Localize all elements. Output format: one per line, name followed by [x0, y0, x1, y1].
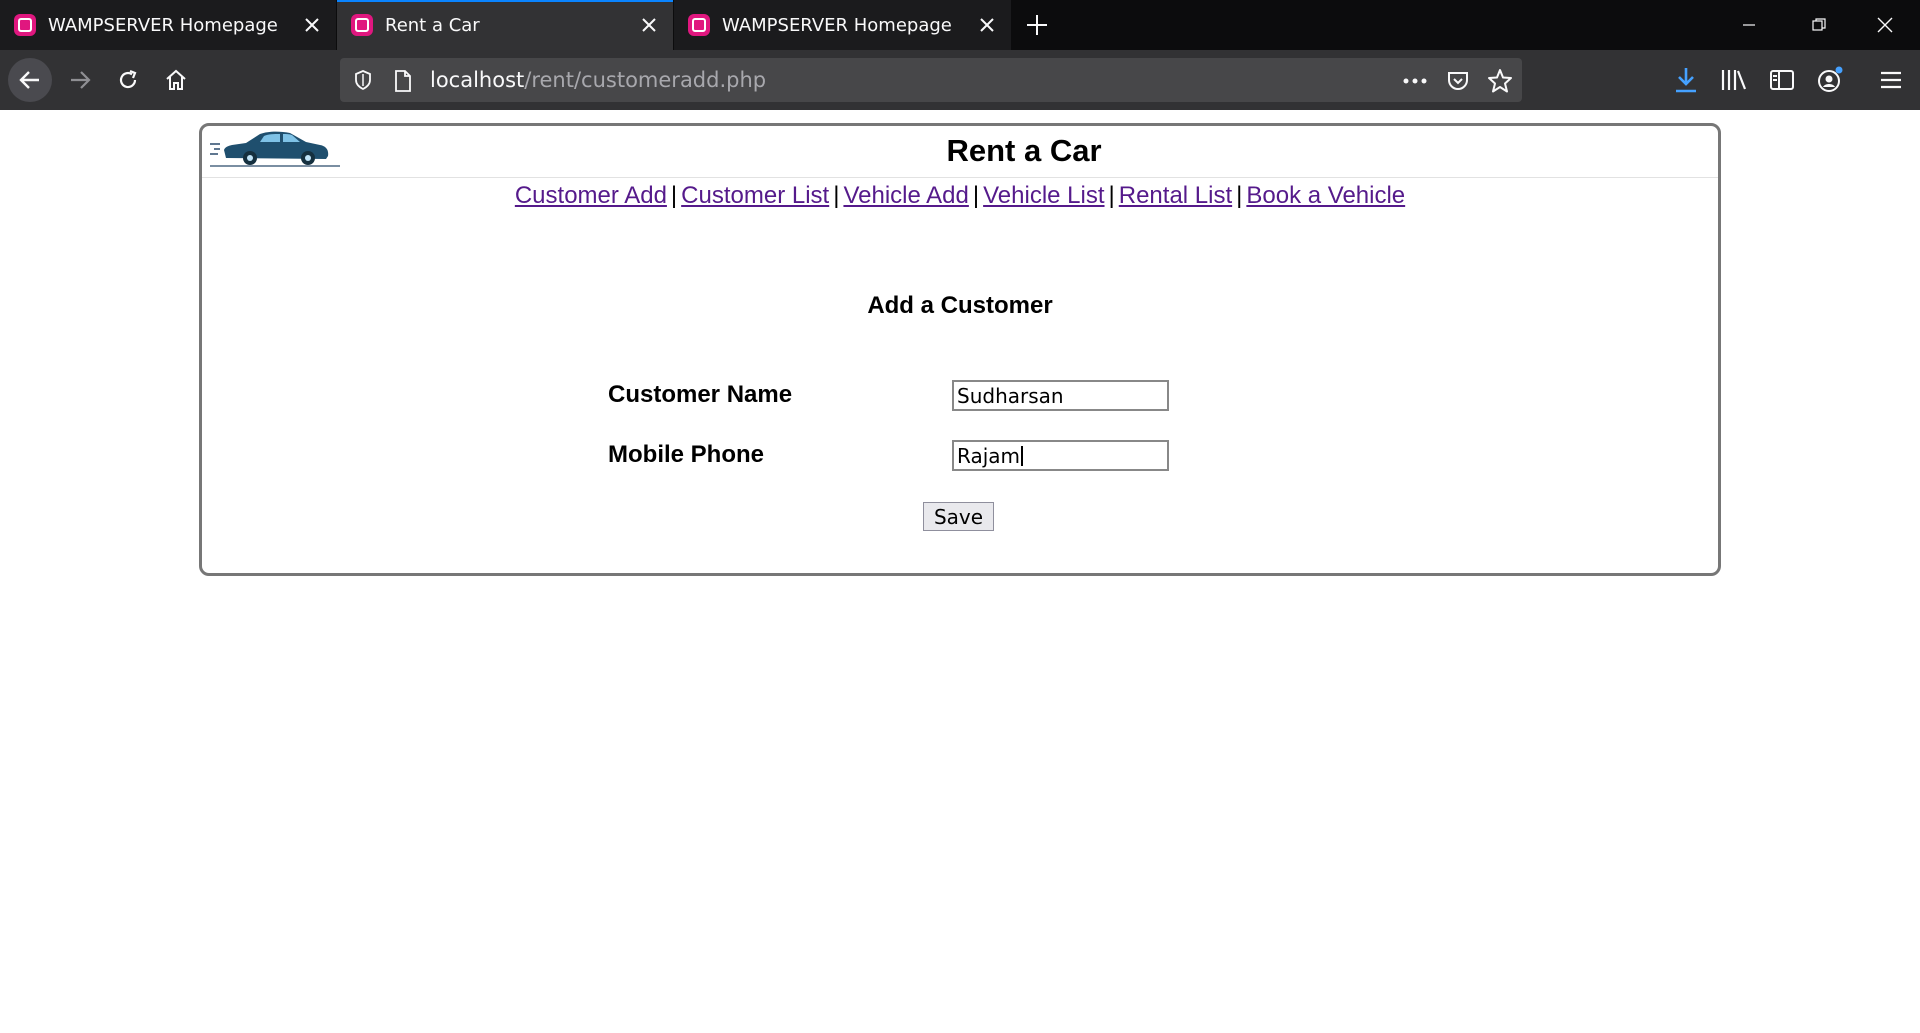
nav-separator: | — [1236, 182, 1243, 209]
arrow-right-icon — [71, 71, 91, 89]
nav-link-rental-list[interactable]: Rental List — [1119, 182, 1232, 209]
nav-separator: | — [833, 182, 840, 209]
nav-link-customer-list[interactable]: Customer List — [681, 182, 829, 209]
page-container: Rent a Car Customer Add | Customer List | Ve… — [199, 123, 1721, 576]
tab-wampserver-1[interactable]: WAMPSERVER Homepage — [0, 0, 336, 50]
restore-icon — [1812, 18, 1826, 31]
save-button[interactable]: Save — [923, 502, 994, 531]
main-nav: Customer Add | Customer List | Vehicle Add | V… — [202, 182, 1718, 210]
account-icon — [1818, 66, 1843, 92]
active-tab-indicator — [337, 0, 673, 2]
nav-link-vehicle-add[interactable]: Vehicle Add — [843, 182, 968, 209]
download-icon — [1676, 68, 1696, 93]
url-host: localhost — [430, 68, 525, 92]
wampserver-favicon-icon — [14, 14, 36, 36]
arrow-left-icon — [19, 71, 39, 89]
form-title: Add a Customer — [867, 292, 1053, 319]
page-actions-icon[interactable] — [1402, 68, 1428, 94]
nav-link-vehicle-list[interactable]: Vehicle List — [983, 182, 1104, 209]
nav-separator: | — [1108, 182, 1115, 209]
tab-label: WAMPSERVER Homepage — [722, 14, 952, 36]
tab-wampserver-2[interactable]: WAMPSERVER Homepage — [674, 0, 1011, 50]
mobile-phone-label: Mobile Phone — [608, 441, 764, 468]
close-tab-icon[interactable] — [635, 11, 663, 39]
reload-button[interactable] — [106, 58, 150, 102]
nav-link-customer-add[interactable]: Customer Add — [515, 182, 667, 209]
wampserver-favicon-icon — [351, 14, 373, 36]
page-info-icon[interactable] — [392, 69, 414, 98]
url-path: /rent/customeradd.php — [524, 68, 767, 92]
bookmark-star-icon[interactable] — [1487, 68, 1513, 94]
close-tab-icon[interactable] — [298, 11, 326, 39]
mobile-phone-input[interactable]: Rajam — [952, 440, 1169, 471]
customer-name-value: Sudharsan — [957, 384, 1064, 408]
new-tab-button[interactable] — [1022, 10, 1052, 40]
downloads-button[interactable] — [1669, 63, 1703, 97]
nav-separator: | — [670, 182, 678, 209]
restore-button[interactable] — [1784, 0, 1854, 50]
nav-separator: | — [972, 182, 980, 209]
pocket-icon[interactable] — [1445, 68, 1471, 94]
customer-name-input[interactable]: Sudharsan — [952, 380, 1169, 411]
sidebar-icon — [1770, 70, 1794, 90]
sidebar-button[interactable] — [1765, 63, 1799, 97]
home-button[interactable] — [154, 58, 198, 102]
url-text[interactable]: localhost/rent/customeradd.php — [430, 68, 766, 92]
text-cursor — [1021, 446, 1024, 466]
library-button[interactable] — [1717, 63, 1751, 97]
minimize-button[interactable] — [1714, 0, 1784, 50]
reload-icon — [119, 69, 137, 89]
tab-label: Rent a Car — [385, 14, 480, 36]
plus-icon — [1027, 15, 1047, 35]
tab-bar: WAMPSERVER Homepage Rent a Car WAMPSERVE… — [0, 0, 1920, 50]
home-icon — [166, 69, 186, 90]
account-button[interactable] — [1813, 63, 1847, 97]
navigation-toolbar: localhost/rent/customeradd.php — [0, 50, 1920, 110]
mobile-phone-value: Rajam — [957, 444, 1021, 468]
close-icon — [1877, 17, 1893, 33]
menu-button[interactable] — [1874, 63, 1908, 97]
shield-icon[interactable] — [352, 69, 374, 96]
url-bar[interactable]: localhost/rent/customeradd.php — [340, 58, 1522, 102]
back-button[interactable] — [8, 58, 52, 102]
library-icon — [1721, 70, 1747, 90]
wampserver-favicon-icon — [688, 14, 710, 36]
tab-label: WAMPSERVER Homepage — [48, 14, 278, 36]
tab-rent-a-car[interactable]: Rent a Car — [337, 0, 673, 50]
nav-link-book-a-vehicle[interactable]: Book a Vehicle — [1246, 182, 1405, 209]
forward-button[interactable] — [58, 58, 102, 102]
site-header: Rent a Car — [202, 126, 1718, 178]
customer-name-label: Customer Name — [608, 381, 793, 408]
close-tab-icon[interactable] — [973, 11, 1001, 39]
close-window-button[interactable] — [1850, 0, 1920, 50]
hamburger-menu-icon — [1881, 71, 1901, 89]
site-title: Rent a Car — [946, 133, 1102, 168]
minimize-icon — [1743, 24, 1755, 26]
